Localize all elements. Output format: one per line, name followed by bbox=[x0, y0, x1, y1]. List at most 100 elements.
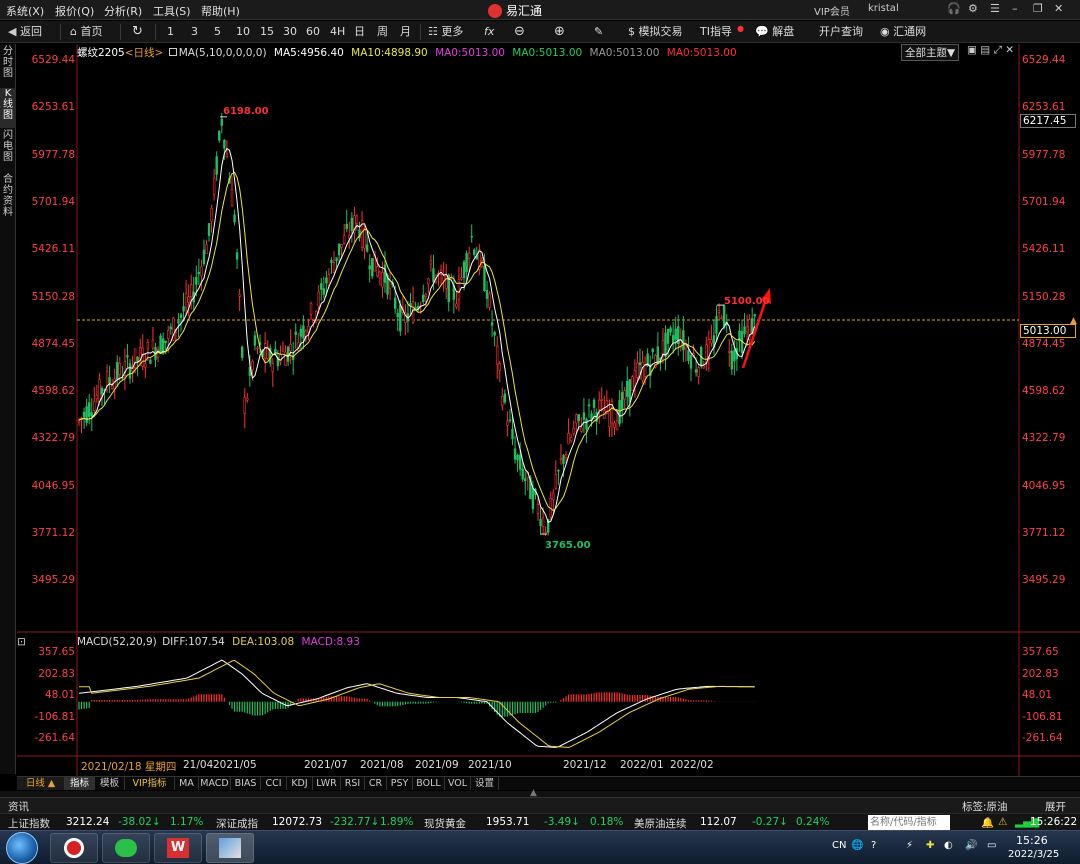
split-icon[interactable]: ▤ bbox=[980, 44, 990, 56]
indicator-tab[interactable]: CCI bbox=[261, 777, 287, 790]
period-4h[interactable]: 4H bbox=[330, 24, 345, 40]
recent-high-label: 5100.00 bbox=[724, 296, 770, 307]
settings-icon[interactable]: ⚙ bbox=[968, 2, 978, 15]
indicator-tab[interactable]: PSY bbox=[387, 777, 413, 790]
candle-body bbox=[730, 350, 734, 370]
period-day[interactable]: 日 bbox=[354, 24, 365, 40]
candle-body bbox=[493, 332, 496, 336]
period-3[interactable]: 3 bbox=[191, 24, 198, 40]
indicator-tab[interactable]: CR bbox=[365, 777, 387, 790]
period-5[interactable]: 5 bbox=[214, 24, 221, 40]
indicator-tab[interactable]: KDJ bbox=[287, 777, 313, 790]
candle-body bbox=[455, 303, 458, 308]
wps-app-icon: W bbox=[167, 838, 189, 858]
update-icon[interactable]: ✚ bbox=[926, 840, 934, 851]
close-chart-icon[interactable]: ✕ bbox=[1005, 44, 1014, 56]
zoom-in-icon[interactable]: ⊕ bbox=[554, 24, 565, 40]
indicator-tab[interactable]: VIP指标 bbox=[125, 777, 175, 790]
taskbar-app-active[interactable] bbox=[206, 833, 254, 863]
toolbar-divider bbox=[420, 24, 421, 40]
refresh-icon[interactable]: ↻ bbox=[132, 24, 143, 40]
period-month[interactable]: 月 bbox=[400, 24, 411, 40]
network-icon[interactable]: ⚡ bbox=[906, 840, 913, 851]
ticker-name[interactable]: 现货黄金 bbox=[424, 816, 466, 831]
zoom-out-icon[interactable]: ⊖ bbox=[514, 24, 525, 40]
candle-body bbox=[284, 351, 287, 366]
period-week[interactable]: 周 bbox=[377, 24, 388, 40]
huitong-button[interactable]: ◉ 汇通网 bbox=[880, 24, 926, 40]
monitor-icon[interactable]: ▭ bbox=[987, 840, 996, 851]
news-label[interactable]: 资讯 bbox=[8, 799, 29, 814]
tab-timeshare[interactable]: 分时图 bbox=[0, 46, 16, 86]
candle-body bbox=[179, 314, 183, 318]
period-1[interactable]: 1 bbox=[167, 24, 174, 40]
overlay-icon[interactable]: ▣ bbox=[967, 44, 977, 56]
taskbar-app-wps[interactable]: W bbox=[154, 833, 202, 863]
taskbar-app-wechat[interactable] bbox=[102, 833, 150, 863]
search-input[interactable]: 名称/代码/指标 bbox=[868, 815, 950, 830]
fullscreen-icon[interactable]: ⤢ bbox=[994, 44, 1002, 56]
speaker-icon[interactable]: 🔊 bbox=[965, 840, 977, 851]
ticker-name[interactable]: 深证成指 bbox=[216, 816, 258, 831]
language-indicator[interactable]: CN bbox=[832, 840, 846, 851]
period-15[interactable]: 15 bbox=[260, 24, 274, 40]
indicator-tab[interactable]: VOL bbox=[445, 777, 471, 790]
formula-button[interactable]: fx bbox=[484, 24, 494, 40]
close-icon[interactable]: ✕ bbox=[1054, 2, 1063, 15]
indicator-tab[interactable]: 模板 bbox=[95, 777, 125, 790]
menu-system[interactable]: 系统(X) bbox=[6, 3, 44, 19]
broadcast-icon[interactable]: ⚠ bbox=[998, 816, 1007, 828]
restore-icon[interactable]: ❐ bbox=[1033, 2, 1043, 15]
ti-button[interactable]: TI指导 bbox=[700, 24, 732, 40]
menu-tools[interactable]: 工具(S) bbox=[153, 3, 191, 19]
candle-body bbox=[396, 312, 399, 318]
indicator-tab[interactable]: MA bbox=[175, 777, 199, 790]
indicator-tab[interactable]: BOLL bbox=[413, 777, 445, 790]
indicator-tab[interactable]: LWR bbox=[313, 777, 341, 790]
start-button[interactable] bbox=[6, 832, 38, 864]
draw-pen-icon[interactable]: ✎ bbox=[594, 24, 603, 40]
indicator-tab[interactable]: 指标 bbox=[65, 777, 95, 790]
candle-body bbox=[368, 265, 371, 270]
sim-trade-button[interactable]: $ 模拟交易 bbox=[628, 24, 683, 40]
username[interactable]: kristal bbox=[868, 3, 899, 14]
indicator-tab[interactable]: BIAS bbox=[231, 777, 261, 790]
help-icon[interactable]: ? bbox=[871, 840, 876, 851]
indicator-tab[interactable]: MACD bbox=[199, 777, 231, 790]
home-button[interactable]: ⌂ 首页 bbox=[70, 24, 102, 40]
volume-low-icon[interactable]: ◐ bbox=[944, 840, 953, 851]
candle-body bbox=[518, 454, 522, 470]
ticker-pct: 0.24% bbox=[796, 816, 830, 828]
indicator-tab[interactable]: RSI bbox=[341, 777, 365, 790]
period-10[interactable]: 10 bbox=[236, 24, 250, 40]
more-button[interactable]: ☷ 更多 bbox=[428, 24, 463, 40]
news-expand-button[interactable]: 展开 bbox=[1045, 799, 1066, 814]
open-account-button[interactable]: 开户查询 bbox=[819, 24, 863, 40]
input-method-icon[interactable]: 🌐 bbox=[851, 840, 863, 851]
candle-body bbox=[722, 305, 726, 327]
candle-body bbox=[350, 217, 354, 231]
decode-button[interactable]: 💬 解盘 bbox=[755, 24, 794, 40]
kline-chart[interactable] bbox=[17, 44, 1080, 776]
vip-label[interactable]: VIP会员 bbox=[814, 3, 850, 18]
menu-icon[interactable]: ☰ bbox=[990, 2, 1000, 15]
ticker-name[interactable]: 美原油连续 bbox=[634, 816, 687, 831]
menu-quote[interactable]: 报价(Q) bbox=[55, 3, 94, 19]
ticker-name[interactable]: 上证指数 bbox=[8, 816, 50, 831]
theme-dropdown[interactable]: 全部主题▼ bbox=[901, 44, 960, 61]
macd-tick-label: 357.65 bbox=[38, 646, 75, 658]
chart-area[interactable]: 螺纹2205<日线> MA(5,10,0,0,0,0) MA5:4956.40 … bbox=[17, 44, 1080, 776]
back-button[interactable]: ◀ 返回 bbox=[8, 24, 42, 40]
period-selector[interactable]: 日线 ▲ bbox=[17, 777, 65, 790]
menu-analysis[interactable]: 分析(R) bbox=[104, 3, 142, 19]
taskbar-app-yihuitong[interactable] bbox=[50, 833, 98, 863]
minimize-icon[interactable]: – bbox=[1012, 2, 1018, 15]
indicator-tab[interactable]: 设置 bbox=[471, 777, 499, 790]
headset-icon[interactable]: 🎧 bbox=[947, 2, 961, 15]
menu-help[interactable]: 帮助(H) bbox=[201, 3, 240, 19]
alert-bell-icon[interactable]: 🔔 bbox=[981, 816, 994, 829]
news-tag[interactable]: 标签:原油 bbox=[962, 799, 1008, 814]
period-30[interactable]: 30 bbox=[283, 24, 297, 40]
period-60[interactable]: 60 bbox=[306, 24, 320, 40]
candle-body bbox=[88, 402, 91, 418]
